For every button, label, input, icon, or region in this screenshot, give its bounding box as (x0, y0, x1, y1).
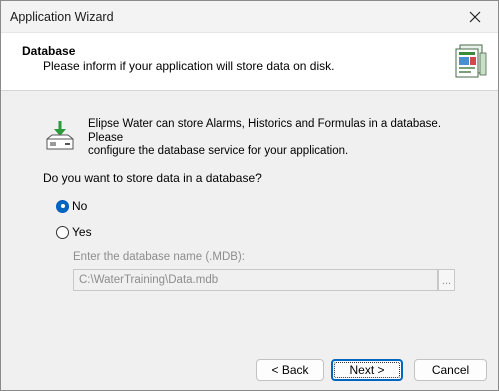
radio-no-button[interactable] (56, 199, 69, 213)
page-subtitle: Please inform if your application will s… (43, 59, 335, 73)
title-bar: Application Wizard (1, 1, 498, 32)
radio-no-label: No (72, 199, 88, 213)
radio-no[interactable]: No (56, 199, 87, 213)
focus-rectangle (334, 362, 400, 378)
close-icon (469, 11, 481, 22)
info-text: Elipse Water can store Alarms, Historics… (88, 118, 468, 159)
application-wizard-window: Application Wizard Database Please infor… (0, 0, 499, 391)
radio-yes[interactable]: Yes (56, 225, 92, 239)
page-title: Database (22, 44, 76, 58)
radio-yes-label: Yes (72, 225, 92, 239)
wizard-header: Database Please inform if your applicati… (1, 32, 498, 91)
info-line-1: Elipse Water can store Alarms, Historics… (88, 118, 442, 144)
wizard-content: Elipse Water can store Alarms, Historics… (1, 92, 498, 342)
browse-button[interactable]: ... (438, 269, 455, 291)
next-button[interactable]: Next > (331, 359, 403, 381)
store-data-question: Do you want to store data in a database? (43, 171, 262, 185)
database-name-input[interactable] (73, 269, 438, 291)
close-button[interactable] (452, 1, 498, 32)
wizard-logo-icon (455, 44, 487, 78)
cancel-button[interactable]: Cancel (414, 359, 487, 381)
window-title: Application Wizard (10, 10, 114, 24)
database-name-label: Enter the database name (.MDB): (73, 251, 245, 263)
database-download-icon (46, 121, 74, 150)
back-button[interactable]: < Back (256, 359, 324, 381)
radio-yes-button[interactable] (56, 225, 69, 239)
info-line-2: configure the database service for your … (88, 145, 349, 157)
